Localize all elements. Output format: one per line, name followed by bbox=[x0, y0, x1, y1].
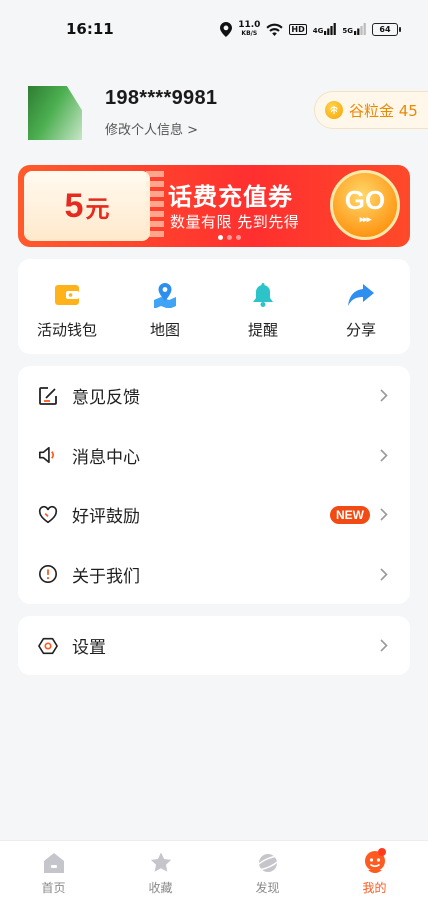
notification-dot bbox=[378, 848, 386, 856]
coupon-unit: 元 bbox=[85, 195, 110, 223]
bottom-tab-bar: 首页 收藏 发现 我的 bbox=[0, 840, 428, 898]
menu-item-rate[interactable]: 好评鼓励 NEW bbox=[18, 485, 410, 545]
coin-label: 谷粒金 45 bbox=[349, 101, 418, 120]
status-time: 16:11 bbox=[66, 20, 114, 38]
battery-icon: 64 bbox=[372, 22, 401, 36]
speaker-icon bbox=[38, 445, 58, 465]
chevron-right-icon bbox=[378, 389, 390, 402]
recharge-coupon-banner[interactable]: 5元 话费充值券 数量有限 先到先得 GO ▸▸▸ bbox=[18, 165, 410, 247]
wallet-icon bbox=[53, 281, 81, 309]
shortcut-label: 提醒 bbox=[247, 321, 278, 339]
menu-card: 意见反馈 消息中心 好评鼓励 NEW 关于我们 bbox=[18, 366, 410, 604]
edit-icon bbox=[38, 386, 58, 406]
status-icons: 11.0 KB/S HD 4G 5G 64 bbox=[220, 20, 401, 38]
settings-icon bbox=[38, 636, 58, 656]
menu-label: 关于我们 bbox=[72, 566, 140, 587]
menu-label: 设置 bbox=[72, 638, 106, 658]
tab-mine[interactable]: 我的 bbox=[321, 841, 428, 898]
avatar[interactable] bbox=[28, 86, 82, 140]
user-phone: 198****9981 bbox=[105, 87, 218, 109]
chevron-right-icon bbox=[378, 508, 390, 521]
shortcut-label: 活动钱包 bbox=[36, 321, 97, 339]
edit-profile-link[interactable]: 修改个人信息 > bbox=[105, 119, 198, 138]
shortcut-label: 地图 bbox=[149, 321, 180, 339]
net-speed: 11.0 KB/S bbox=[238, 20, 261, 38]
tab-label: 收藏 bbox=[148, 881, 173, 895]
info-icon bbox=[38, 564, 58, 584]
chevron-right-icon bbox=[378, 639, 390, 652]
settings-card: 设置 bbox=[18, 616, 410, 675]
chevron-right-icon bbox=[378, 449, 390, 462]
carousel-dot bbox=[227, 235, 232, 240]
coin-balance-button[interactable]: 谷粒金 45 bbox=[314, 91, 428, 129]
shortcut-reminder[interactable]: 提醒 bbox=[214, 259, 312, 354]
location-icon bbox=[220, 21, 233, 37]
tab-label: 首页 bbox=[41, 881, 66, 895]
wifi-icon bbox=[266, 23, 284, 36]
chevron-right-icon bbox=[378, 568, 390, 581]
menu-label: 好评鼓励 bbox=[72, 507, 140, 528]
status-bar: 16:11 11.0 KB/S HD 4G 5G 64 bbox=[0, 0, 428, 58]
banner-subtitle: 数量有限 先到先得 bbox=[170, 213, 300, 231]
carousel-indicator bbox=[218, 235, 241, 240]
ticket-perforation bbox=[146, 171, 164, 241]
go-arrows: ▸▸▸ bbox=[359, 214, 372, 224]
share-icon bbox=[347, 281, 375, 309]
shortcut-share[interactable]: 分享 bbox=[312, 259, 410, 354]
coupon-amount: 5 bbox=[64, 186, 84, 225]
shortcut-label: 分享 bbox=[345, 321, 376, 339]
signal-1: 4G bbox=[313, 23, 337, 35]
coupon-ticket: 5元 bbox=[24, 171, 150, 241]
go-button[interactable]: GO ▸▸▸ bbox=[330, 170, 400, 240]
tab-label: 发现 bbox=[255, 881, 280, 895]
hd-badge: HD bbox=[289, 23, 307, 35]
new-badge: NEW bbox=[330, 505, 370, 524]
shortcut-wallet[interactable]: 活动钱包 bbox=[18, 259, 116, 354]
shortcuts-card: 活动钱包 地图 提醒 分享 bbox=[18, 259, 410, 354]
shortcut-map[interactable]: 地图 bbox=[116, 259, 214, 354]
tab-label: 我的 bbox=[362, 881, 387, 895]
home-icon bbox=[41, 850, 67, 876]
banner-title: 话费充值券 bbox=[168, 183, 293, 211]
menu-item-settings[interactable]: 设置 bbox=[18, 616, 410, 675]
map-icon bbox=[151, 281, 179, 309]
menu-item-feedback[interactable]: 意见反馈 bbox=[18, 366, 410, 426]
signal-bars-icon bbox=[354, 23, 366, 35]
go-label: GO bbox=[344, 185, 386, 215]
planet-icon bbox=[254, 850, 281, 876]
coin-icon bbox=[325, 101, 343, 119]
heart-icon bbox=[38, 505, 58, 525]
tab-discover[interactable]: 发现 bbox=[214, 841, 321, 898]
signal-bars-icon bbox=[324, 23, 337, 35]
menu-label: 意见反馈 bbox=[72, 388, 140, 409]
tab-favorites[interactable]: 收藏 bbox=[107, 841, 214, 898]
tab-home[interactable]: 首页 bbox=[0, 841, 107, 898]
signal-2: 5G bbox=[342, 23, 366, 35]
menu-label: 消息中心 bbox=[72, 447, 140, 468]
profile-header: 198****9981 修改个人信息 > 谷粒金 45 bbox=[0, 78, 428, 148]
menu-item-about[interactable]: 关于我们 bbox=[18, 545, 410, 605]
carousel-dot bbox=[218, 235, 223, 240]
bell-icon bbox=[249, 281, 277, 309]
carousel-dot bbox=[236, 235, 241, 240]
menu-item-messages[interactable]: 消息中心 bbox=[18, 426, 410, 486]
star-icon bbox=[148, 850, 174, 876]
